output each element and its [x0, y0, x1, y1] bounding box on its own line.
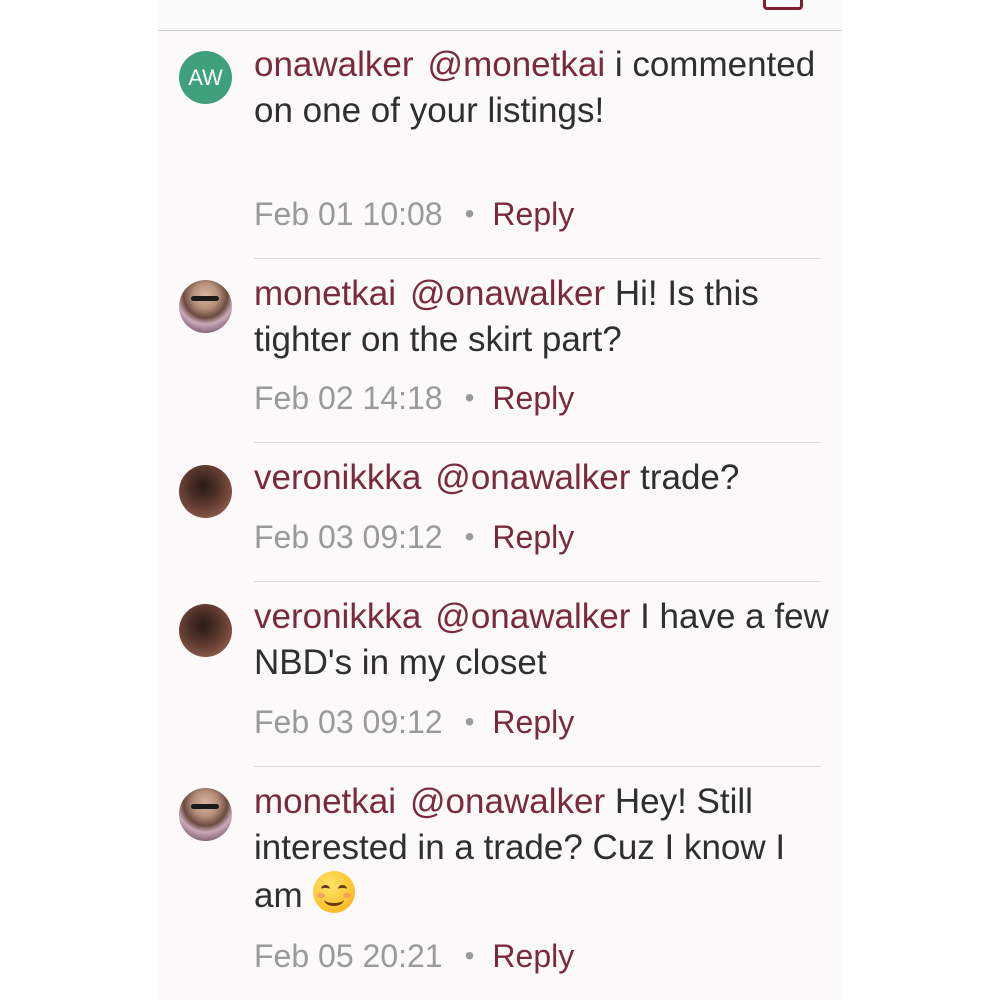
- comment-username[interactable]: monetkai: [254, 782, 396, 821]
- box-icon[interactable]: [763, 0, 803, 10]
- divider: [254, 766, 821, 767]
- comment-body: monetkai @onawalker Hey! Still interested…: [254, 779, 829, 919]
- avatar-initials: AW: [188, 64, 223, 90]
- comment-meta: Feb 05 20:21 • Reply: [254, 938, 574, 975]
- avatar[interactable]: [179, 604, 232, 657]
- comment-meta: Feb 01 10:08 • Reply: [254, 196, 574, 233]
- comment-meta: Feb 03 09:12 • Reply: [254, 519, 574, 556]
- avatar[interactable]: AW: [179, 51, 232, 104]
- page: AW onawalker @monetkai i commented on one…: [0, 0, 1000, 1000]
- comment-mention[interactable]: @onawalker: [410, 782, 605, 821]
- reply-link[interactable]: Reply: [492, 519, 574, 555]
- reply-link[interactable]: Reply: [492, 380, 574, 416]
- comment-username[interactable]: veronikkka: [254, 458, 421, 497]
- comment-timestamp: Feb 03 09:12: [254, 519, 443, 555]
- reply-link[interactable]: Reply: [492, 196, 574, 232]
- separator-dot: •: [464, 382, 475, 413]
- divider: [254, 442, 821, 443]
- comment-username[interactable]: veronikkka: [254, 597, 421, 636]
- avatar[interactable]: [179, 465, 232, 518]
- comment-body: monetkai @onawalker Hi! Is this tighter o…: [254, 271, 829, 363]
- comment-mention[interactable]: @onawalker: [435, 597, 630, 636]
- comment-timestamp: Feb 01 10:08: [254, 196, 443, 232]
- comment-body: veronikkka @onawalker trade?: [254, 455, 829, 501]
- comments-panel: AW onawalker @monetkai i commented on one…: [158, 0, 842, 1000]
- separator-dot: •: [464, 706, 475, 737]
- sunglasses-shape: [191, 804, 219, 809]
- comment-timestamp: Feb 03 09:12: [254, 704, 443, 740]
- smiling-face-emoji-icon: [312, 871, 355, 913]
- comment-body: veronikkka @onawalker I have a few NBD's …: [254, 594, 829, 686]
- avatar[interactable]: [179, 788, 232, 841]
- header-bar: [158, 0, 842, 31]
- comment-mention[interactable]: @monetkai: [428, 45, 606, 84]
- divider: [254, 258, 821, 259]
- comment-username[interactable]: onawalker: [254, 45, 414, 84]
- comment-body: onawalker @monetkai i commented on one of…: [254, 42, 829, 134]
- divider: [254, 581, 821, 582]
- reply-link[interactable]: Reply: [492, 704, 574, 740]
- comment-timestamp: Feb 02 14:18: [254, 380, 443, 416]
- comment-meta: Feb 02 14:18 • Reply: [254, 380, 574, 417]
- separator-dot: •: [464, 198, 475, 229]
- sunglasses-shape: [191, 296, 219, 301]
- comment-text: trade?: [640, 458, 740, 497]
- comment-timestamp: Feb 05 20:21: [254, 938, 443, 974]
- comment-meta: Feb 03 09:12 • Reply: [254, 704, 574, 741]
- separator-dot: •: [464, 521, 475, 552]
- comment-username[interactable]: monetkai: [254, 274, 396, 313]
- avatar[interactable]: [179, 280, 232, 333]
- comment-mention[interactable]: @onawalker: [435, 458, 630, 497]
- reply-link[interactable]: Reply: [492, 938, 574, 974]
- comment-mention[interactable]: @onawalker: [410, 274, 605, 313]
- separator-dot: •: [464, 940, 475, 971]
